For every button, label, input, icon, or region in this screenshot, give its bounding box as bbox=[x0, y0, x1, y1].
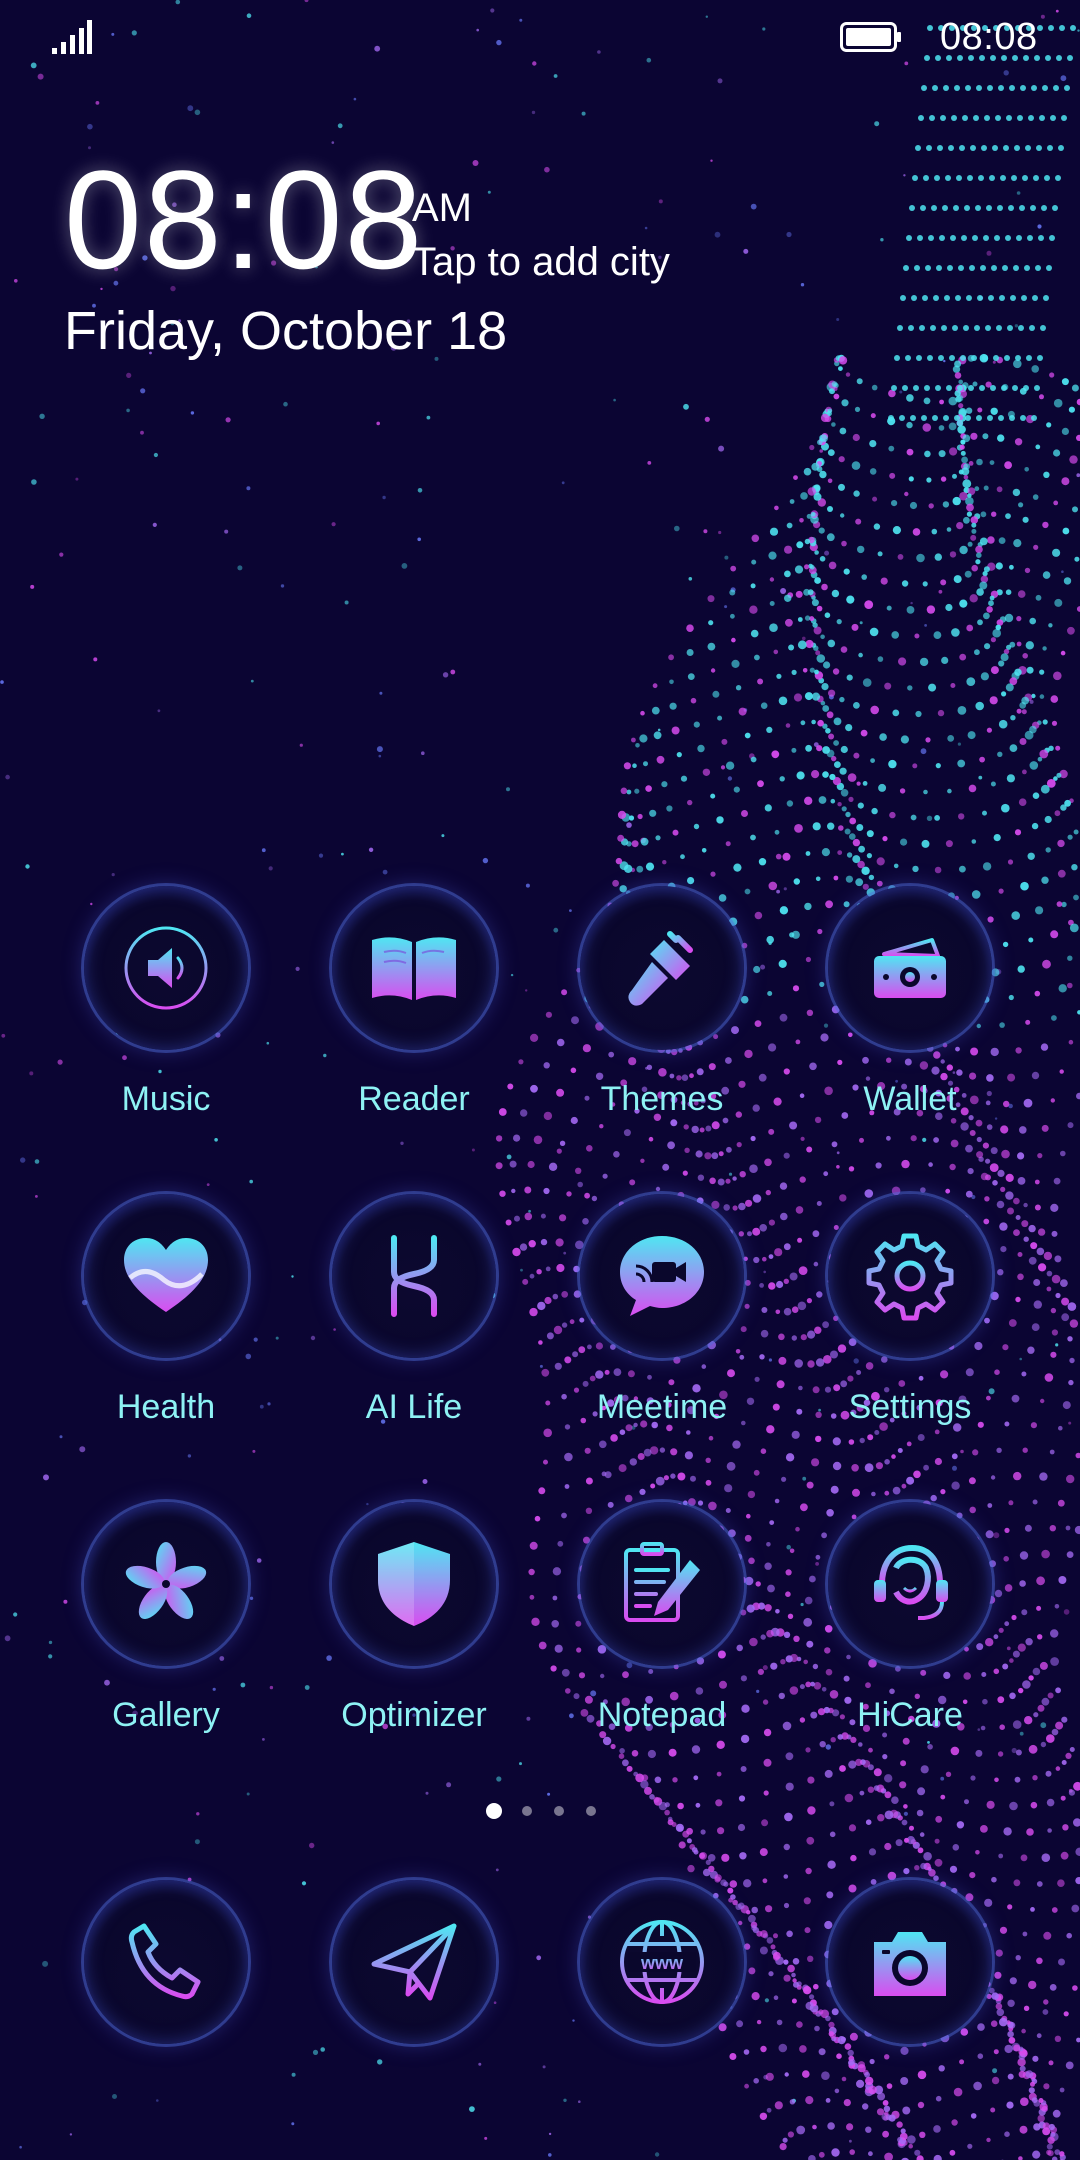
clock-date[interactable]: Friday, October 18 bbox=[64, 300, 507, 362]
clock-ampm: AM bbox=[412, 186, 472, 230]
dock-phone[interactable] bbox=[42, 1880, 290, 2140]
headset-icon bbox=[874, 1544, 948, 1620]
video-chat-icon bbox=[620, 1236, 704, 1316]
app-label: Wallet bbox=[863, 1080, 957, 1118]
app-label: Settings bbox=[848, 1388, 972, 1426]
app-label: Optimizer bbox=[341, 1696, 487, 1734]
brush-icon bbox=[628, 931, 693, 1006]
clock-widget[interactable]: 08:08 AM Tap to add city Friday, October… bbox=[64, 150, 764, 370]
paper-plane-icon bbox=[371, 1923, 457, 2001]
status-time: 08:08 bbox=[940, 16, 1038, 58]
dock-camera[interactable] bbox=[786, 1880, 1034, 2140]
app-label: Notepad bbox=[597, 1696, 727, 1734]
ai-life-icon bbox=[391, 1235, 437, 1317]
app-label: Gallery bbox=[112, 1696, 220, 1734]
page-indicator[interactable] bbox=[480, 1802, 620, 1822]
app-notepad[interactable]: Notepad bbox=[538, 1502, 786, 1762]
dock: www bbox=[0, 1880, 1080, 2050]
battery-icon bbox=[840, 22, 901, 52]
speaker-icon bbox=[124, 926, 208, 1010]
page-dot-1[interactable] bbox=[486, 1803, 502, 1819]
gear-icon bbox=[866, 1233, 954, 1321]
clock-time[interactable]: 08:08 bbox=[64, 150, 424, 290]
app-label: HiCare bbox=[857, 1696, 963, 1734]
app-wallet[interactable]: Wallet bbox=[786, 886, 1034, 1146]
app-label: Music bbox=[121, 1080, 211, 1118]
flower-icon bbox=[125, 1542, 207, 1620]
app-settings[interactable]: Settings bbox=[786, 1194, 1034, 1454]
app-label: AI Life bbox=[365, 1388, 463, 1426]
signal-strength-icon bbox=[52, 20, 92, 54]
app-reader[interactable]: Reader bbox=[290, 886, 538, 1146]
app-label: Meetime bbox=[596, 1388, 728, 1426]
www-text: www bbox=[640, 1953, 684, 1973]
app-ai-life[interactable]: AI Life bbox=[290, 1194, 538, 1454]
page-dot-2[interactable] bbox=[522, 1806, 532, 1816]
book-icon bbox=[372, 937, 456, 1000]
page-dot-4[interactable] bbox=[586, 1806, 596, 1816]
app-meetime[interactable]: Meetime bbox=[538, 1194, 786, 1454]
page-dot-3[interactable] bbox=[554, 1806, 564, 1816]
dock-messages[interactable] bbox=[290, 1880, 538, 2140]
add-city-prompt[interactable]: Tap to add city bbox=[412, 240, 670, 285]
app-health[interactable]: Health bbox=[42, 1194, 290, 1454]
dock-browser[interactable]: www bbox=[538, 1880, 786, 2140]
app-label: Health bbox=[116, 1388, 216, 1426]
app-label: Reader bbox=[358, 1080, 470, 1118]
wallet-icon bbox=[874, 938, 946, 998]
camera-icon bbox=[874, 1932, 946, 1996]
clipboard-pen-icon bbox=[624, 1542, 700, 1622]
app-optimizer[interactable]: Optimizer bbox=[290, 1502, 538, 1762]
status-bar: 08:08 bbox=[0, 0, 1080, 70]
app-gallery[interactable]: Gallery bbox=[42, 1502, 290, 1762]
globe-www-icon: www bbox=[620, 1920, 704, 2004]
phone-icon bbox=[128, 1923, 201, 2000]
app-label: Themes bbox=[600, 1080, 724, 1118]
heart-icon bbox=[124, 1238, 208, 1312]
shield-icon bbox=[378, 1542, 450, 1626]
app-themes[interactable]: Themes bbox=[538, 886, 786, 1146]
app-hicare[interactable]: HiCare bbox=[786, 1502, 1034, 1762]
app-music[interactable]: Music bbox=[42, 886, 290, 1146]
